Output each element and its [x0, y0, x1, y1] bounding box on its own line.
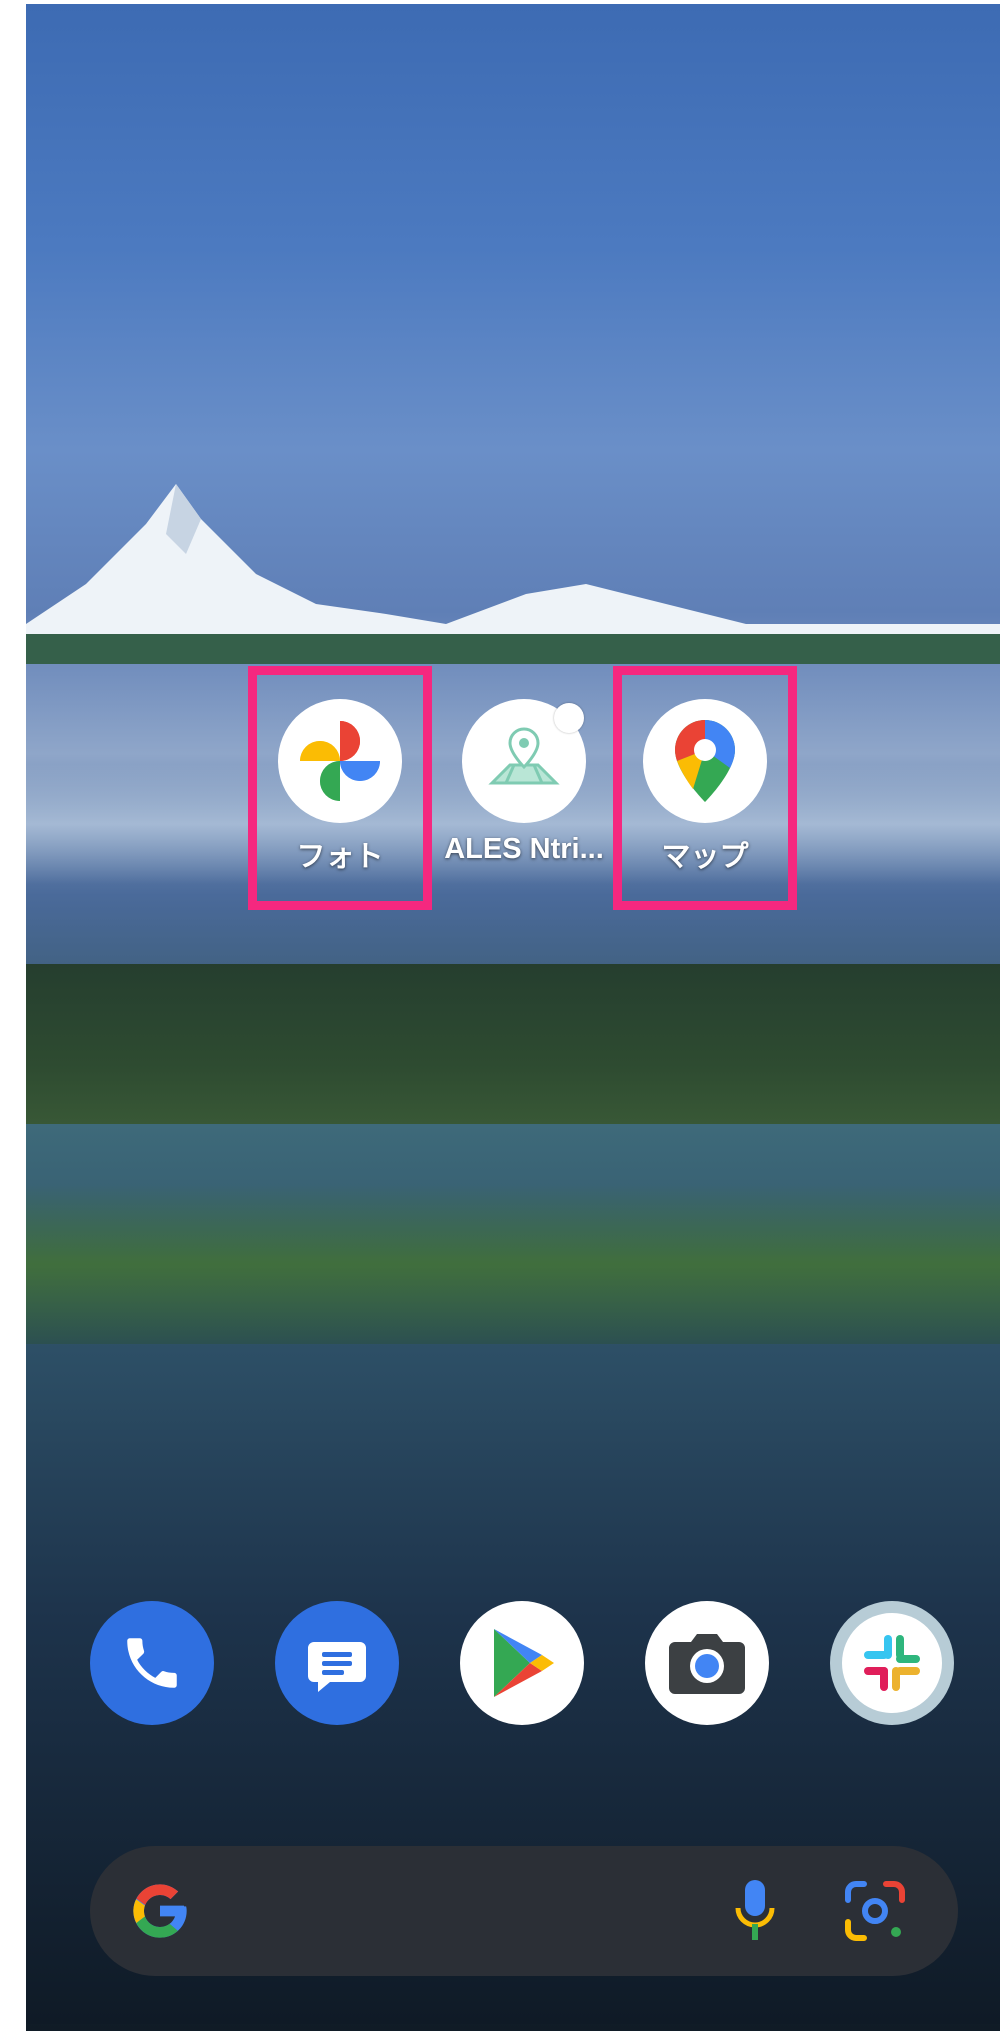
home-screen: フォト ALES Ntri... マップ	[26, 4, 1000, 2031]
slack-app[interactable]	[830, 1601, 954, 1725]
camera-app[interactable]	[645, 1601, 769, 1725]
phone-icon	[127, 1638, 177, 1688]
messages-icon	[308, 1642, 366, 1692]
google-search-bar[interactable]	[90, 1846, 958, 1976]
notification-dot	[554, 703, 584, 733]
phone-app[interactable]	[90, 1601, 214, 1725]
app-ales[interactable]: ALES Ntri...	[437, 679, 611, 909]
app-maps[interactable]: マップ	[618, 679, 792, 909]
microphone-icon[interactable]	[730, 1876, 780, 1946]
slack-icon	[864, 1635, 920, 1691]
play-store-app[interactable]	[460, 1601, 584, 1725]
app-label-maps: マップ	[661, 841, 749, 873]
camera-icon	[669, 1634, 745, 1694]
app-label-ales: ALES Ntri...	[444, 833, 604, 865]
messages-app[interactable]	[275, 1601, 399, 1725]
google-photos-icon	[278, 699, 402, 823]
wallpaper-trees	[26, 964, 1000, 1134]
wallpaper-mountains	[26, 484, 1000, 664]
google-lens-icon[interactable]	[842, 1878, 908, 1944]
play-store-icon	[494, 1629, 554, 1697]
google-g-icon	[133, 1884, 187, 1938]
app-photos[interactable]: フォト	[253, 679, 427, 909]
google-maps-icon	[643, 699, 767, 823]
wallpaper-grass	[26, 1184, 1000, 1344]
app-label-photos: フォト	[296, 841, 384, 873]
